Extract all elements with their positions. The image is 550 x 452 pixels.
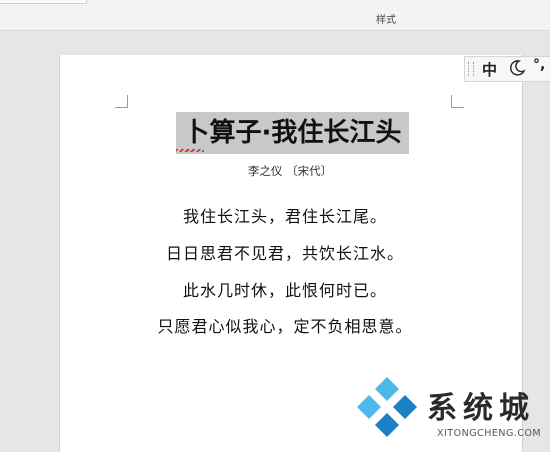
selected-title-highlight[interactable]: 卜算子·我住长江头	[176, 112, 409, 154]
poem-title[interactable]: 卜算子·我住长江头	[176, 112, 409, 154]
watermark-name: 系统城	[427, 391, 535, 426]
poem-line[interactable]: 我住长江头，君住长江尾。	[120, 203, 450, 227]
poem-author[interactable]: 李之仪 〔宋代〕	[200, 163, 380, 179]
poem-line[interactable]: 只愿君心似我心，定不负相思意。	[120, 313, 450, 337]
ime-toolbar[interactable]: 中 °,	[464, 56, 550, 82]
moon-icon[interactable]	[508, 59, 526, 77]
poem-line[interactable]: 此水几时休，此恨何时已。	[120, 277, 450, 301]
watermark-url: XITONGCHENG.COM	[437, 428, 542, 439]
styles-group-label: 样式	[376, 15, 396, 26]
ribbon-button[interactable]	[0, 0, 87, 4]
site-logo-icon	[357, 377, 417, 437]
top-right-margin-mark	[451, 95, 464, 108]
top-left-margin-mark	[115, 95, 128, 108]
drag-grip-icon[interactable]	[468, 62, 474, 76]
ime-mode-toggle[interactable]: 中	[482, 59, 497, 80]
poem-line[interactable]: 日日思君不见君，共饮长江水。	[120, 240, 450, 264]
watermark: 系统城 XITONGCHENG.COM	[355, 375, 550, 452]
spelling-underline	[176, 149, 204, 152]
punctuation-toggle[interactable]: °,	[533, 57, 545, 73]
ribbon: 样式	[0, 0, 550, 31]
